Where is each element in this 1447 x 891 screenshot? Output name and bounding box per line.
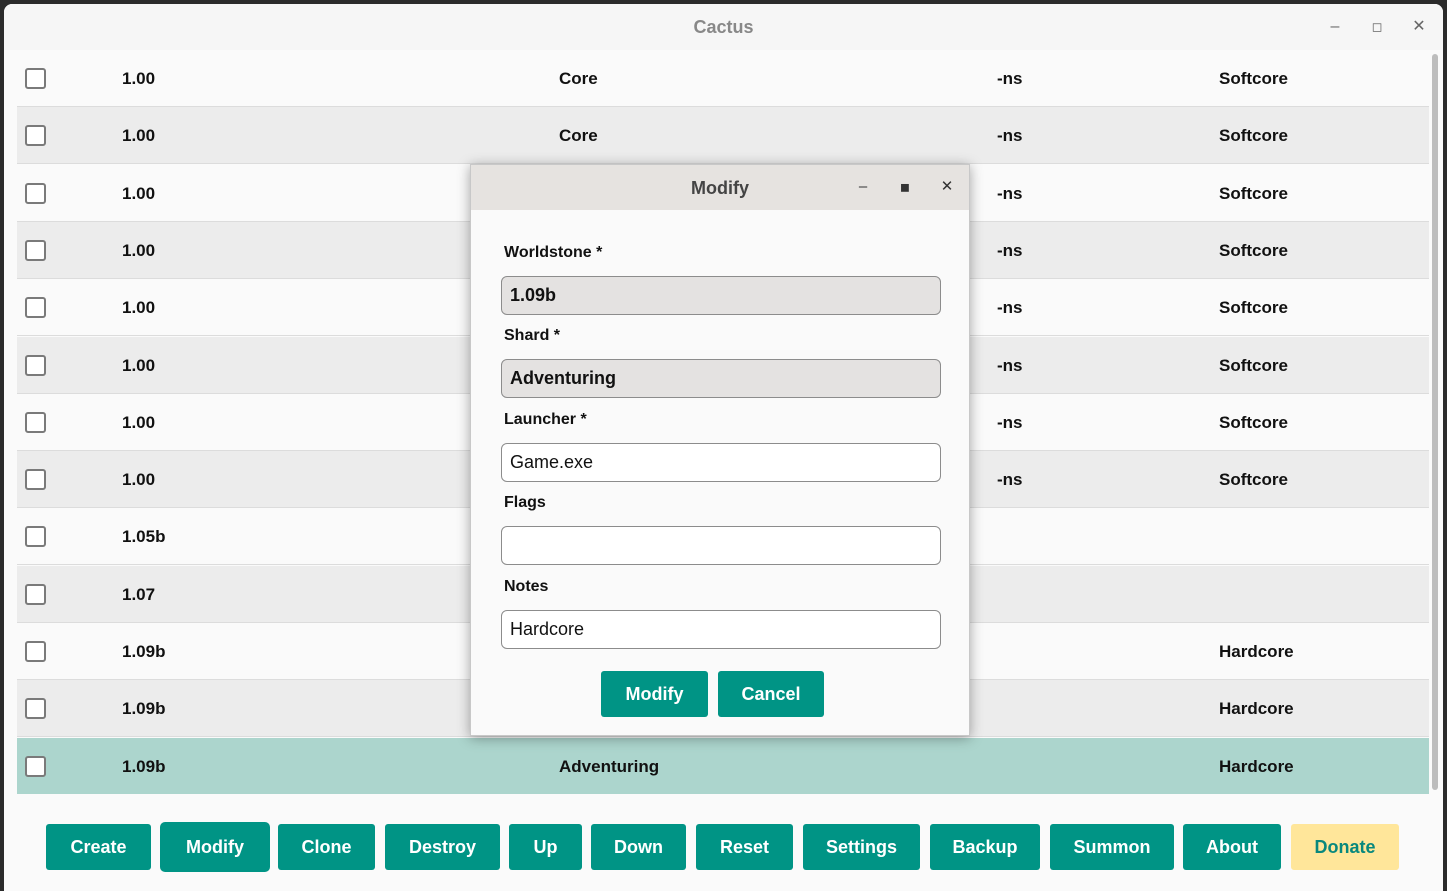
title-bar: Cactus – ◻ ✕ bbox=[4, 4, 1443, 50]
button-bar: Create Modify Clone Destroy Up Down Rese… bbox=[4, 796, 1443, 891]
dialog-cancel-button[interactable]: Cancel bbox=[718, 671, 824, 717]
dialog-title-bar: Modify – ◼ ✕ bbox=[471, 165, 969, 210]
donate-button[interactable]: Donate bbox=[1291, 824, 1399, 870]
row-checkbox[interactable] bbox=[25, 68, 46, 89]
vertical-scrollbar[interactable] bbox=[1432, 54, 1438, 790]
flags-label: Flags bbox=[504, 494, 546, 511]
row-checkbox[interactable] bbox=[25, 183, 46, 204]
worldstone-field[interactable]: 1.09b bbox=[501, 276, 941, 315]
version-cell: 1.00 bbox=[122, 69, 156, 88]
notes-cell: Softcore bbox=[1219, 126, 1288, 145]
shard-label: Shard * bbox=[504, 327, 561, 344]
version-cell: 1.09b bbox=[122, 699, 166, 718]
table-row[interactable]: 1.00 Core -ns Softcore bbox=[17, 107, 1429, 164]
row-checkbox[interactable] bbox=[25, 698, 46, 719]
flags-cell: -ns bbox=[997, 470, 1023, 489]
version-cell: 1.07 bbox=[122, 585, 156, 604]
flags-cell: -ns bbox=[997, 413, 1023, 432]
shard-cell: Adventuring bbox=[559, 757, 660, 776]
row-checkbox[interactable] bbox=[25, 355, 46, 376]
row-checkbox[interactable] bbox=[25, 125, 46, 146]
clone-button[interactable]: Clone bbox=[278, 824, 375, 870]
launcher-label: Launcher * bbox=[504, 411, 587, 428]
row-checkbox[interactable] bbox=[25, 240, 46, 261]
notes-cell: Hardcore bbox=[1219, 757, 1294, 776]
row-checkbox[interactable] bbox=[25, 584, 46, 605]
row-checkbox[interactable] bbox=[25, 469, 46, 490]
flags-cell: -ns bbox=[997, 69, 1023, 88]
version-cell: 1.05b bbox=[122, 527, 166, 546]
version-cell: 1.00 bbox=[122, 241, 156, 260]
notes-cell: Softcore bbox=[1219, 356, 1288, 375]
flags-cell: -ns bbox=[997, 356, 1023, 375]
row-checkbox[interactable] bbox=[25, 412, 46, 433]
down-button[interactable]: Down bbox=[591, 824, 686, 870]
table-row[interactable]: 1.09b Adventuring Hardcore bbox=[17, 738, 1429, 794]
shard-field[interactable]: Adventuring bbox=[501, 359, 941, 398]
reset-button[interactable]: Reset bbox=[696, 824, 793, 870]
flags-field[interactable] bbox=[501, 526, 941, 565]
version-cell: 1.00 bbox=[122, 298, 156, 317]
flags-cell: -ns bbox=[997, 298, 1023, 317]
window-title: Cactus bbox=[693, 17, 754, 37]
row-checkbox[interactable] bbox=[25, 641, 46, 662]
flags-cell: -ns bbox=[997, 126, 1023, 145]
minimize-icon[interactable]: – bbox=[1322, 14, 1348, 40]
create-button[interactable]: Create bbox=[46, 824, 151, 870]
shard-cell: Core bbox=[559, 69, 598, 88]
notes-cell: Hardcore bbox=[1219, 699, 1294, 718]
table-row[interactable]: 1.00 Core -ns Softcore bbox=[17, 50, 1429, 107]
dialog-modify-button[interactable]: Modify bbox=[601, 671, 708, 717]
close-icon[interactable]: ✕ bbox=[935, 175, 959, 199]
version-cell: 1.09b bbox=[122, 757, 166, 776]
version-cell: 1.00 bbox=[122, 126, 156, 145]
backup-button[interactable]: Backup bbox=[930, 824, 1040, 870]
destroy-button[interactable]: Destroy bbox=[385, 824, 500, 870]
modify-button[interactable]: Modify bbox=[160, 822, 270, 872]
flags-cell: -ns bbox=[997, 241, 1023, 260]
modify-dialog: Modify – ◼ ✕ Worldstone * 1.09b Shard * … bbox=[470, 164, 970, 736]
version-cell: 1.00 bbox=[122, 356, 156, 375]
minimize-icon[interactable]: – bbox=[851, 175, 875, 199]
version-cell: 1.00 bbox=[122, 413, 156, 432]
notes-cell: Softcore bbox=[1219, 69, 1288, 88]
row-checkbox[interactable] bbox=[25, 526, 46, 547]
shard-cell: Core bbox=[559, 126, 598, 145]
row-checkbox[interactable] bbox=[25, 756, 46, 777]
notes-field[interactable]: Hardcore bbox=[501, 610, 941, 649]
notes-cell: Softcore bbox=[1219, 413, 1288, 432]
notes-cell: Hardcore bbox=[1219, 642, 1294, 661]
notes-label: Notes bbox=[504, 578, 549, 595]
maximize-icon[interactable]: ◼ bbox=[893, 175, 917, 199]
launcher-field[interactable]: Game.exe bbox=[501, 443, 941, 482]
up-button[interactable]: Up bbox=[509, 824, 582, 870]
version-cell: 1.00 bbox=[122, 184, 156, 203]
close-icon[interactable]: ✕ bbox=[1406, 14, 1432, 40]
notes-cell: Softcore bbox=[1219, 298, 1288, 317]
version-cell: 1.09b bbox=[122, 642, 166, 661]
notes-cell: Softcore bbox=[1219, 241, 1288, 260]
flags-cell: -ns bbox=[997, 184, 1023, 203]
row-checkbox[interactable] bbox=[25, 297, 46, 318]
summon-button[interactable]: Summon bbox=[1050, 824, 1174, 870]
version-cell: 1.00 bbox=[122, 470, 156, 489]
notes-cell: Softcore bbox=[1219, 470, 1288, 489]
worldstone-label: Worldstone * bbox=[504, 244, 603, 261]
settings-button[interactable]: Settings bbox=[803, 824, 920, 870]
about-button[interactable]: About bbox=[1183, 824, 1281, 870]
maximize-icon[interactable]: ◻ bbox=[1364, 14, 1390, 40]
notes-cell: Softcore bbox=[1219, 184, 1288, 203]
